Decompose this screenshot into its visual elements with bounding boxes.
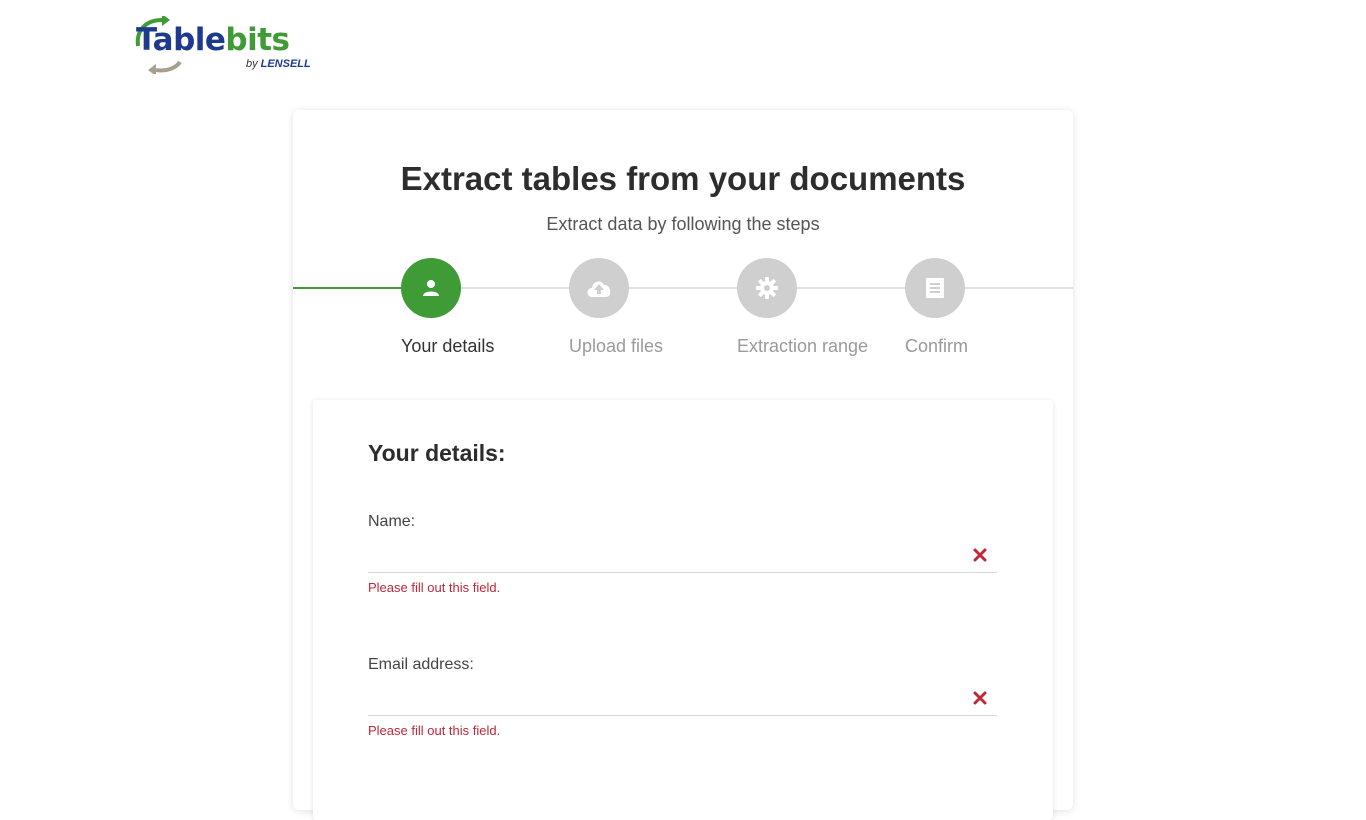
step-circle [737, 258, 797, 318]
step-your-details[interactable]: Your details [401, 258, 494, 356]
logo-wordmark: Tablebits [136, 22, 290, 58]
email-input[interactable] [368, 679, 997, 716]
document-icon [926, 278, 944, 298]
name-label: Name: [368, 513, 416, 530]
cloud-upload-icon [587, 281, 611, 297]
step-confirm[interactable]: Confirm [905, 258, 968, 356]
email-label: Email address: [368, 656, 474, 673]
step-label: Your details [401, 336, 495, 356]
stepper-progress [293, 287, 401, 289]
page-subtitle: Extract data by following the steps [546, 214, 820, 234]
page-title: Extract tables from your documents [400, 160, 966, 197]
step-label: Upload files [569, 336, 664, 356]
tablebits-logo[interactable]: Tablebits by LENSELL [132, 16, 311, 74]
step-label: Confirm [905, 336, 969, 356]
user-icon [423, 280, 439, 296]
main-card: Extract tables from your documents Extra… [293, 110, 1073, 820]
name-input[interactable] [368, 536, 997, 573]
clear-name-icon[interactable] [973, 548, 987, 562]
step-label: Extraction range [737, 336, 869, 356]
clear-email-icon[interactable] [973, 691, 987, 705]
step-circle [401, 258, 461, 318]
step-circle [905, 258, 965, 318]
logo-byline: by LENSELL [246, 58, 311, 70]
step-extraction-range[interactable]: Extraction range [737, 258, 868, 356]
name-error: Please fill out this field. [368, 580, 501, 595]
form-title: Your details: [368, 440, 506, 466]
gear-icon [756, 277, 778, 299]
details-form: Your details: Name: Please fill out this… [313, 400, 1053, 820]
step-upload-files[interactable]: Upload files [569, 258, 663, 356]
step-circle [569, 258, 629, 318]
email-error: Please fill out this field. [368, 723, 501, 738]
